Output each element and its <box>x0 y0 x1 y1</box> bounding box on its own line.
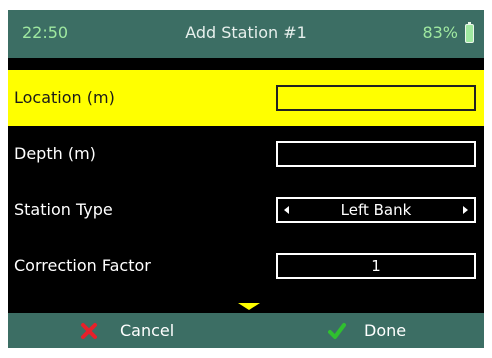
location-input[interactable] <box>276 85 476 111</box>
correction-factor-input[interactable]: 1 <box>276 253 476 279</box>
screen-title: Add Station #1 <box>185 23 307 42</box>
location-label: Location (m) <box>14 88 115 107</box>
device-screen: 22:50 Add Station #1 83% Location (m) De… <box>8 10 484 348</box>
status-bar: 22:50 Add Station #1 83% <box>8 10 484 58</box>
done-label: Done <box>364 321 407 340</box>
battery-icon <box>465 22 474 43</box>
bottom-bar: Cancel Done <box>8 313 484 348</box>
station-type-value: Left Bank <box>340 201 412 219</box>
station-type-row[interactable]: Station Type Left Bank <box>8 182 484 238</box>
correction-factor-row[interactable]: Correction Factor 1 <box>8 238 484 294</box>
depth-label: Depth (m) <box>14 144 96 163</box>
depth-row[interactable]: Depth (m) <box>8 126 484 182</box>
cancel-label: Cancel <box>120 321 175 340</box>
station-type-selector[interactable]: Left Bank <box>276 197 476 223</box>
depth-input[interactable] <box>276 141 476 167</box>
check-icon <box>328 323 346 339</box>
x-icon <box>81 323 97 339</box>
scroll-down-icon[interactable] <box>238 303 260 310</box>
arrow-right-icon[interactable] <box>463 206 468 214</box>
arrow-left-icon[interactable] <box>284 206 289 214</box>
correction-factor-label: Correction Factor <box>14 256 151 275</box>
station-type-label: Station Type <box>14 200 113 219</box>
battery-percentage: 83% <box>422 23 458 42</box>
location-row[interactable]: Location (m) <box>8 70 484 126</box>
